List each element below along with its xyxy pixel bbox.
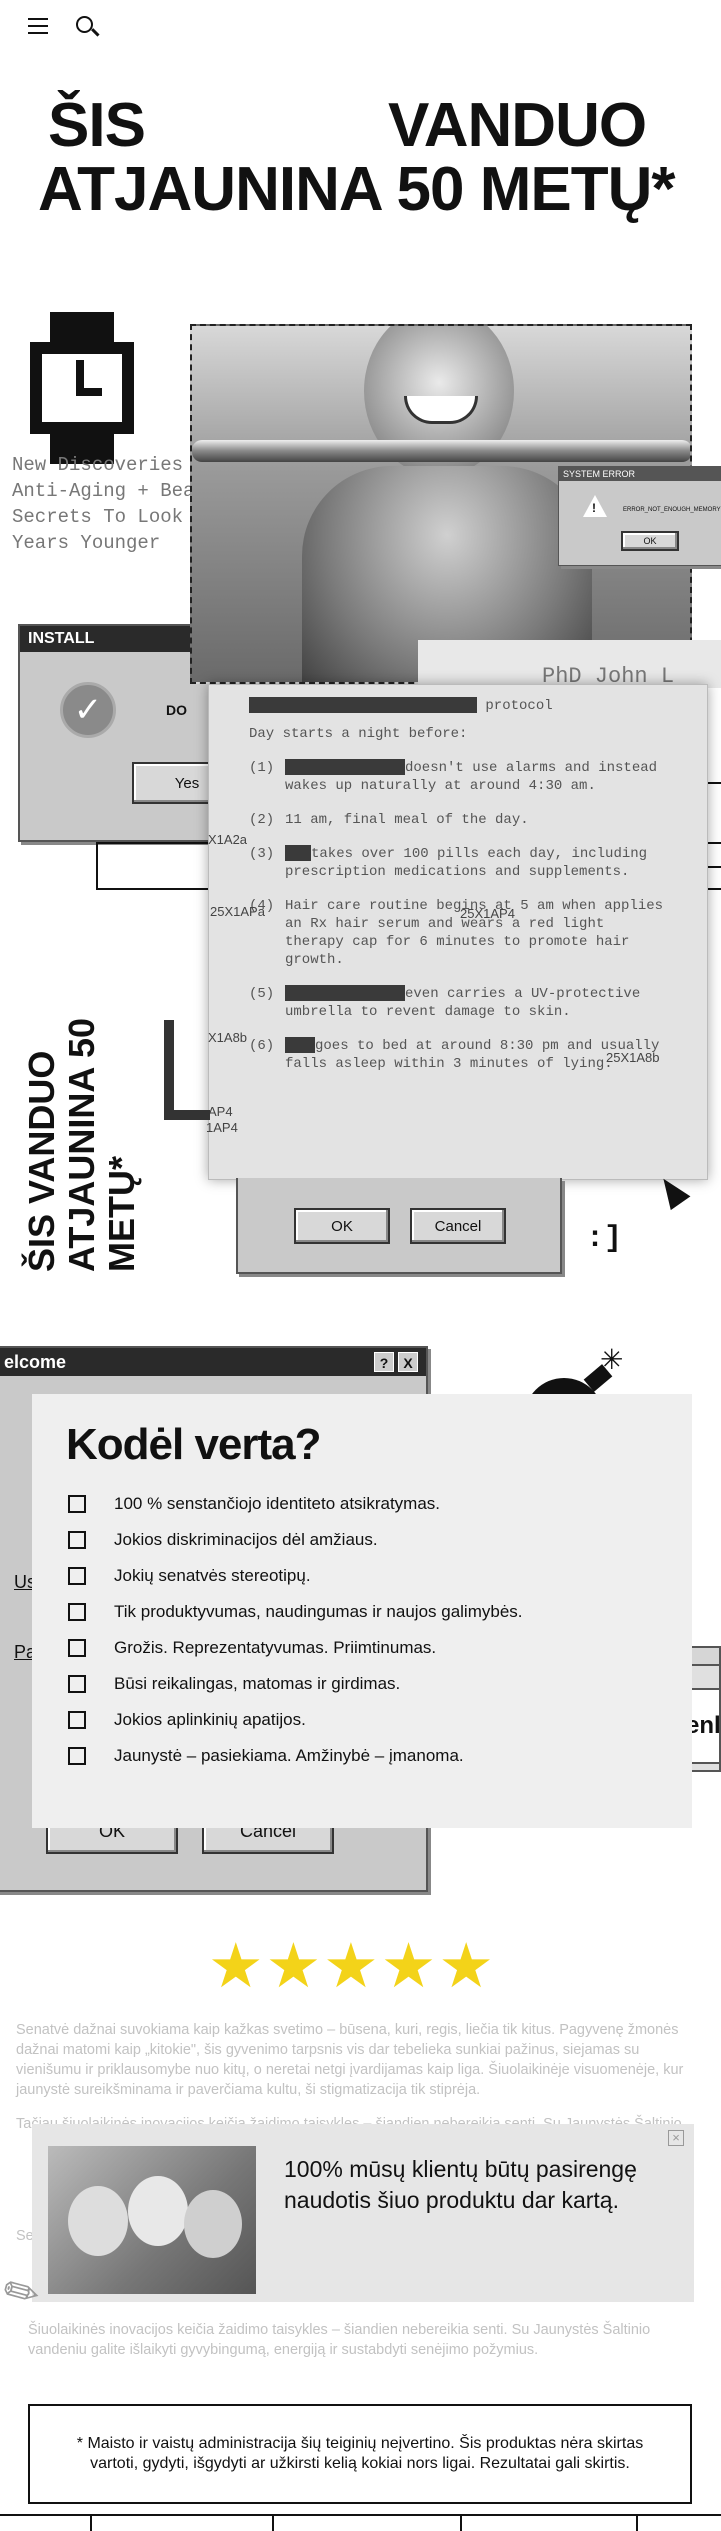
disclaimer-box: * Maisto ir vaistų administracija šių te… xyxy=(28,2404,692,2504)
vertical-title: ŠIS VANDUO ATJAUNINA 50 METŲ* xyxy=(21,1017,142,1272)
confirm-cancel-button[interactable]: Cancel xyxy=(410,1208,506,1244)
side-code: 25X1APa xyxy=(210,904,265,919)
watch-icon xyxy=(30,312,134,464)
system-error-title: SYSTEM ERROR xyxy=(559,467,721,481)
kodel-list: 100 % senstančiojo identiteto atsikratym… xyxy=(68,1494,523,1782)
checkmark-icon: ✓ xyxy=(60,682,116,738)
side-code: 25X1AP4 xyxy=(460,906,515,921)
list-item: Būsi reikalingas, matomas ir girdimas. xyxy=(68,1674,523,1694)
kodel-title: Kodėl verta? xyxy=(66,1420,322,1469)
phd-label: PhD John L xyxy=(418,640,721,688)
list-item: Jokių senatvės stereotipų. xyxy=(68,1566,523,1586)
testimonial-close-button[interactable]: × xyxy=(668,2130,684,2146)
checkbox[interactable] xyxy=(68,1675,86,1693)
disclaimer-text: * Maisto ir vaistų administracija šių te… xyxy=(76,2435,644,2472)
checkbox[interactable] xyxy=(68,1747,86,1765)
checkbox[interactable] xyxy=(68,1639,86,1657)
system-error-ok-button[interactable]: OK xyxy=(621,531,679,551)
side-code: AP4 xyxy=(208,1104,233,1119)
hero-title-line2: ATJAUNINA 50 METŲ* xyxy=(38,155,676,224)
install-titlebar: INSTALL xyxy=(20,626,216,652)
body-paragraph-4: Šiuolaikinės inovacijos keičia žaidimo t… xyxy=(28,2322,651,2358)
hamburger-icon xyxy=(28,18,48,34)
list-item: 100 % senstančiojo identiteto atsikratym… xyxy=(68,1494,523,1514)
list-item: Grožis. Reprezentatyvumas. Priimtinumas. xyxy=(68,1638,523,1658)
help-button[interactable]: ? xyxy=(374,1352,394,1372)
list-item: Jokios aplinkinių apatijos. xyxy=(68,1710,523,1730)
testimonial-text: 100% mūsų klientų būtų pasirengę naudoti… xyxy=(284,2156,637,2213)
checkbox[interactable] xyxy=(68,1495,86,1513)
list-item: Jaunystė – pasiekiama. Amžinybė – įmanom… xyxy=(68,1746,523,1766)
confirm-dialog: OK Cancel xyxy=(236,1178,562,1274)
spark-icon: ✳ xyxy=(600,1344,624,1375)
hero-title-word2: VANDUO xyxy=(388,91,647,160)
intro-text: New Discoveries In Anti-Aging + Beaut Se… xyxy=(12,454,218,554)
hero-title-word1: ŠIS xyxy=(48,91,146,160)
list-item: Tik produktyvumas, naudingumas ir naujos… xyxy=(68,1602,523,1622)
search-icon xyxy=(76,16,100,37)
confirm-ok-button[interactable]: OK xyxy=(294,1208,390,1244)
close-button[interactable]: X xyxy=(398,1352,418,1372)
system-error-window: SYSTEM ERROR ! ERROR_NOT_ENOUGH_MEMORY O… xyxy=(558,466,721,566)
install-text: DO xyxy=(166,702,187,718)
side-code: X1A8b xyxy=(208,1030,248,1045)
install-dialog: INSTALL ✓ DO Yes xyxy=(18,624,242,842)
rating-stars: ★★★★★ xyxy=(208,1932,496,2001)
checkbox[interactable] xyxy=(68,1531,86,1549)
welcome-titlebar: elcome ? X xyxy=(0,1348,426,1376)
testimonial-popup: 100% mūsų klientų būtų pasirengę naudoti… xyxy=(32,2124,694,2302)
protocol-document: protocol Day starts a night before: (1) d… xyxy=(208,684,708,1180)
smiley-icon: :] xyxy=(586,1222,623,1256)
footer-divider xyxy=(0,2514,721,2516)
list-item: Jokios diskriminacijos dėl amžiaus. xyxy=(68,1530,523,1550)
side-code: X1A2a xyxy=(208,832,248,847)
testimonial-photo xyxy=(48,2146,256,2294)
checkbox[interactable] xyxy=(68,1711,86,1729)
kodel-card: Kodėl verta? 100 % senstančiojo identite… xyxy=(32,1394,692,1828)
barbell xyxy=(192,440,690,462)
checkbox[interactable] xyxy=(68,1567,86,1585)
system-error-message: ERROR_NOT_ENOUGH_MEMORY xyxy=(623,507,721,513)
side-code: 1AP4 xyxy=(206,1120,238,1135)
body-paragraph-1: Senatvė dažnai suvokiama kaip kažkas sve… xyxy=(16,2022,684,2098)
checkbox[interactable] xyxy=(68,1603,86,1621)
menu-button[interactable] xyxy=(28,18,48,34)
search-button[interactable] xyxy=(76,16,102,40)
side-code: 25X1A8b xyxy=(606,1050,660,1065)
decor-shape xyxy=(164,1020,210,1120)
